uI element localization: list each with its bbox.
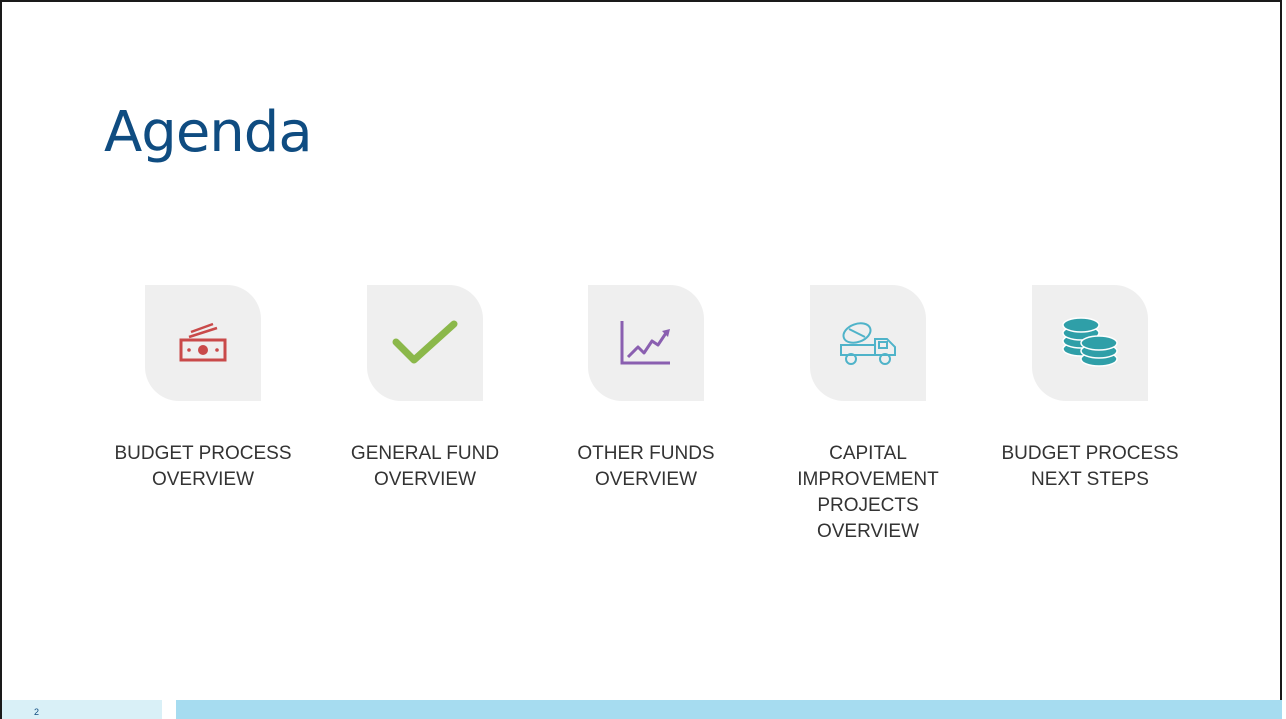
coin-stacks-icon	[1062, 317, 1118, 367]
line-chart-icon	[620, 321, 670, 365]
agenda-item-general-fund-overview: GENERAL FUND OVERVIEW	[335, 285, 515, 493]
icon-tile	[810, 285, 926, 401]
icon-tile	[145, 285, 261, 401]
cement-truck-icon	[840, 322, 896, 365]
icon-tile	[588, 285, 704, 401]
money-bills-icon	[179, 322, 227, 362]
agenda-item-label: CAPITAL IMPROVEMENT PROJECTS OVERVIEW	[797, 443, 939, 542]
icon-tile	[367, 285, 483, 401]
slide-title: Agenda	[104, 100, 313, 165]
agenda-item-other-funds-overview: OTHER FUNDS OVERVIEW	[556, 285, 736, 493]
agenda-item-budget-process-overview: BUDGET PROCESS OVERVIEW	[113, 285, 293, 493]
agenda-item-label: BUDGET PROCESS OVERVIEW	[114, 443, 292, 490]
agenda-item-label: GENERAL FUND OVERVIEW	[350, 443, 500, 490]
agenda-item-budget-process-next-steps: BUDGET PROCESS NEXT STEPS	[1000, 285, 1180, 493]
icon-tile	[1032, 285, 1148, 401]
footer-bar: 2	[0, 700, 1286, 719]
page-number: 2	[34, 707, 40, 717]
footer-left-block	[2, 700, 162, 719]
agenda-item-label: OTHER FUNDS OVERVIEW	[577, 443, 715, 490]
agenda-item-capital-improvement-projects-overview: CAPITAL IMPROVEMENT PROJECTS OVERVIEW	[778, 285, 958, 545]
checkmark-icon	[392, 320, 458, 364]
footer-right-block	[176, 700, 1282, 719]
agenda-item-label: BUDGET PROCESS NEXT STEPS	[1001, 443, 1179, 490]
